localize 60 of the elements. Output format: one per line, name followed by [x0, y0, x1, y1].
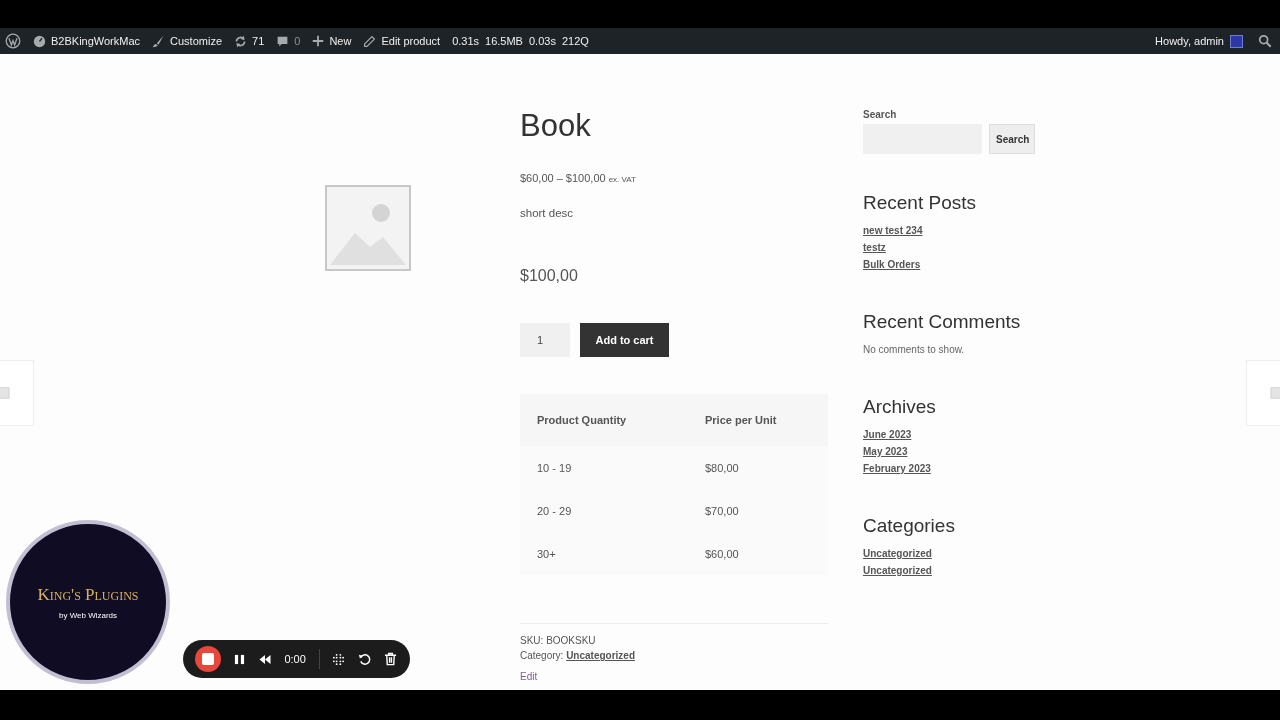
- widget-title: Archives: [863, 396, 936, 418]
- query-stat: 0.31s: [452, 35, 480, 47]
- edit-product-link[interactable]: Edit product: [363, 34, 441, 48]
- refresh-icon: [234, 34, 248, 48]
- query-stat: 16.5MB: [485, 35, 523, 47]
- product-price: $100,00: [520, 267, 579, 285]
- widget-title: Categories: [863, 515, 955, 537]
- edit-link[interactable]: Edit: [520, 671, 538, 682]
- search-button[interactable]: Search: [989, 124, 1035, 154]
- image-thumbnail-icon: [0, 386, 10, 400]
- wordpress-logo-icon[interactable]: [5, 33, 21, 49]
- category-link[interactable]: Uncategorized: [566, 650, 636, 661]
- image-placeholder-icon: [325, 185, 411, 271]
- add-to-cart-button[interactable]: Add to cart: [580, 323, 669, 357]
- widget-title: Recent Posts: [863, 192, 976, 214]
- comments-link[interactable]: 0: [276, 34, 301, 48]
- widget-link[interactable]: testz: [863, 239, 886, 256]
- undo-icon[interactable]: [358, 652, 372, 666]
- sku-value: BOOKSKU: [546, 635, 596, 646]
- widget-link[interactable]: Uncategorized: [863, 545, 932, 562]
- new-link[interactable]: New: [312, 35, 352, 47]
- quantity-field[interactable]: 1: [520, 323, 570, 357]
- recording-time: 0:00: [284, 653, 306, 665]
- greeting-text[interactable]: Howdy, admin: [1155, 35, 1224, 47]
- widget-link[interactable]: Uncategorized: [863, 562, 932, 579]
- logo-byline: by Web Wizards: [58, 610, 118, 620]
- query-stat: 212Q: [561, 35, 589, 47]
- search-label: Search: [863, 109, 898, 120]
- trash-icon[interactable]: [384, 652, 397, 666]
- category-label: Category:: [520, 650, 564, 661]
- widget-link[interactable]: February 2023: [863, 460, 931, 477]
- dashboard-icon: [33, 34, 46, 48]
- widget-text: No comments to show.: [863, 343, 965, 357]
- column-header: Price per Unit: [688, 394, 828, 446]
- pause-icon[interactable]: [233, 653, 245, 665]
- widget-link[interactable]: Bulk Orders: [863, 256, 921, 273]
- widget-link[interactable]: May 2023: [863, 443, 908, 460]
- search-icon[interactable]: [1258, 34, 1272, 48]
- grid-dots-icon[interactable]: [332, 652, 346, 666]
- widget-link[interactable]: new test 234: [863, 222, 923, 239]
- plus-icon: [312, 35, 325, 47]
- comment-icon: [276, 34, 290, 48]
- avatar-icon[interactable]: [1230, 34, 1243, 48]
- rewind-icon[interactable]: [257, 653, 272, 665]
- price-range: $60,00 – $100,00: [520, 172, 606, 184]
- sku-label: SKU:: [520, 635, 544, 646]
- product-title: Book: [520, 108, 592, 144]
- widget-link[interactable]: June 2023: [863, 426, 912, 443]
- query-stat: 0.03s: [528, 35, 556, 47]
- image-thumbnail-icon: [1270, 386, 1280, 400]
- widget-title: Recent Comments: [863, 311, 1021, 333]
- pencil-icon: [363, 34, 377, 48]
- site-name-link[interactable]: B2BKingWorkMac: [33, 34, 141, 48]
- short-description: short desc: [520, 207, 575, 219]
- price-suffix: ex. VAT: [608, 175, 636, 184]
- stop-button[interactable]: [195, 646, 221, 672]
- column-header: Product Quantity: [520, 394, 688, 446]
- customize-link[interactable]: Customize: [152, 34, 223, 48]
- logo-brand-text: King's Plugins: [37, 584, 139, 605]
- updates-link[interactable]: 71: [234, 34, 265, 48]
